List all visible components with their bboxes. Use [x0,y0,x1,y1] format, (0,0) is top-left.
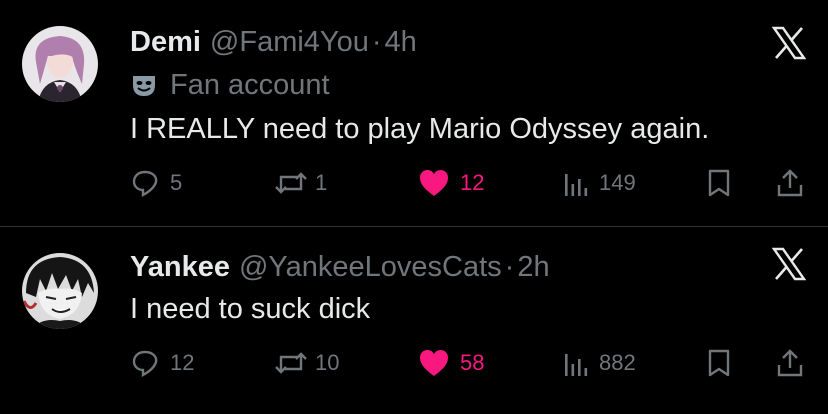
timestamp[interactable]: 4h [385,26,417,59]
reply-button[interactable]: 12 [130,345,194,381]
x-logo-icon [772,247,806,281]
analytics-icon [565,174,588,196]
reply-icon [132,170,158,198]
tweet-text: I need to suck dick [130,293,371,325]
tweet-actions: 12 10 58 882 [130,345,810,381]
separator-dot: · [371,25,382,58]
share-icon [777,349,803,377]
account-label-text: Fan account [170,68,330,101]
reply-icon [132,350,158,378]
reply-button[interactable]: 5 [130,165,182,201]
like-button[interactable]: 12 [418,165,484,201]
repost-icon [275,172,307,194]
analytics-icon [565,354,588,376]
tweet-header: Demi @Fami4You · 4h [130,25,417,59]
avatar[interactable] [22,253,98,329]
tweet-text: I REALLY need to play Mario Odyssey agai… [130,113,710,145]
display-name[interactable]: Yankee [130,251,230,284]
repost-count: 1 [315,170,328,195]
like-count: 58 [460,350,485,375]
repost-button[interactable]: 10 [273,345,339,381]
display-name[interactable]: Demi [130,26,201,59]
heart-icon [420,350,448,376]
tweet-1[interactable]: Demi @Fami4You · 4h Fan account I REALLY… [0,0,828,226]
like-count: 12 [460,170,485,195]
bookmark-icon [708,169,730,197]
heart-icon [420,170,448,196]
repost-button[interactable]: 1 [273,165,327,201]
reply-count: 12 [170,350,195,375]
account-label: Fan account [130,68,330,102]
views-button[interactable]: 882 [563,345,636,381]
bookmark-button[interactable] [707,165,731,201]
user-handle[interactable]: @Fami4You [210,26,369,59]
bookmark-icon [708,349,730,377]
views-button[interactable]: 149 [563,165,636,201]
x-logo-icon [772,26,806,60]
reply-count: 5 [170,170,183,195]
avatar[interactable] [22,26,98,102]
share-icon [777,169,803,197]
tweet-2[interactable]: Yankee @YankeeLovesCats · 2h I need to s… [0,227,828,414]
timestamp[interactable]: 2h [517,251,549,284]
tweet-actions: 5 1 12 149 [130,165,810,201]
share-button[interactable] [776,345,804,381]
tweet-header: Yankee @YankeeLovesCats · 2h [130,250,550,284]
view-count: 882 [599,350,636,375]
user-handle[interactable]: @YankeeLovesCats [239,251,502,284]
share-button[interactable] [776,165,804,201]
separator-dot: · [504,250,515,283]
repost-count: 10 [315,350,340,375]
like-button[interactable]: 58 [418,345,484,381]
view-count: 149 [599,170,636,195]
repost-icon [275,352,307,374]
bookmark-button[interactable] [707,345,731,381]
theater-mask-icon [133,76,155,96]
